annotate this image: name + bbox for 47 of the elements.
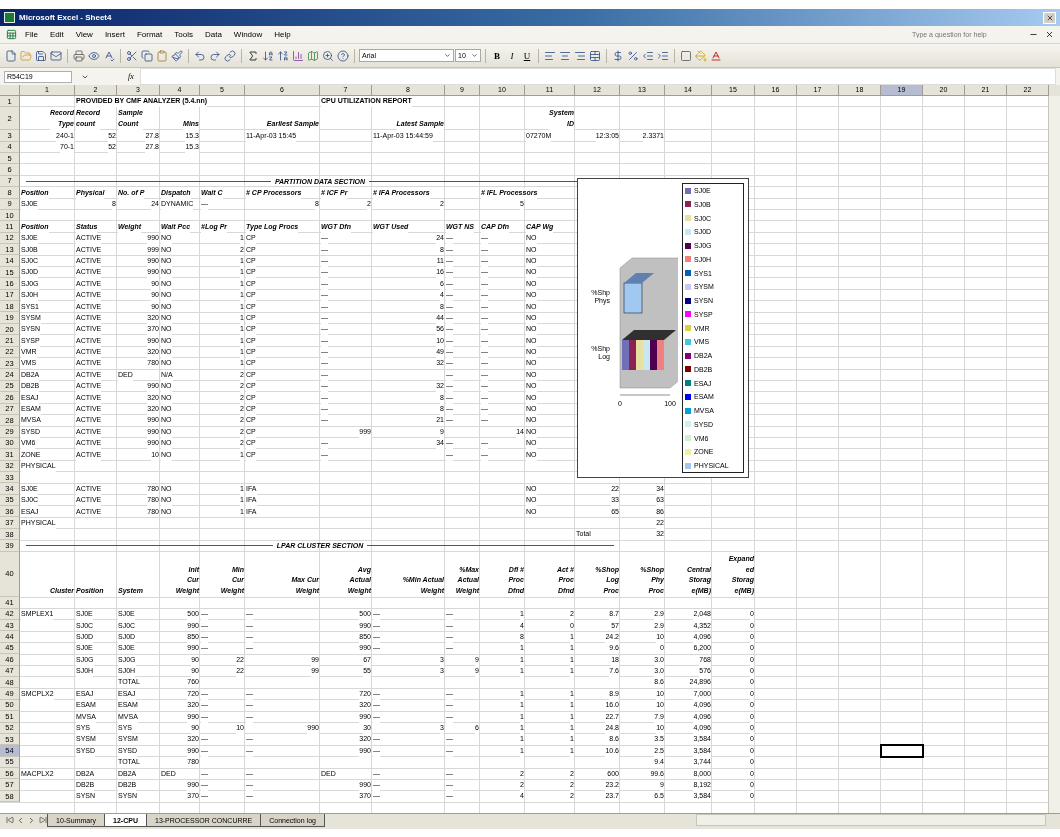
undo-icon[interactable] (193, 48, 207, 63)
dropdown-icon[interactable] (444, 52, 451, 59)
menu-item[interactable]: File (20, 29, 43, 40)
function-label[interactable]: fx (128, 72, 134, 81)
save-icon[interactable] (34, 48, 48, 63)
brush-icon[interactable] (170, 48, 184, 63)
link-icon[interactable] (223, 48, 237, 63)
sort-descending-icon[interactable] (276, 48, 290, 63)
sigma-icon[interactable] (246, 48, 260, 63)
style-button[interactable]: I (505, 48, 519, 63)
sort-ascending-icon[interactable] (261, 48, 275, 63)
currency-icon[interactable] (611, 48, 625, 63)
print-icon[interactable] (72, 48, 86, 63)
zoom-icon[interactable] (321, 48, 335, 63)
menu-item[interactable]: Tools (169, 29, 198, 40)
app-icon (4, 12, 15, 23)
active-cell[interactable] (880, 744, 924, 758)
fill-color-icon[interactable] (694, 48, 708, 63)
horizontal-scrollbar[interactable] (696, 814, 1046, 826)
menu-item[interactable]: Edit (44, 29, 69, 40)
style-button[interactable]: B (490, 48, 504, 63)
percent-icon[interactable] (626, 48, 640, 63)
mail-icon[interactable] (49, 48, 63, 63)
menu-item[interactable]: Window (228, 29, 268, 40)
redo-icon[interactable] (208, 48, 222, 63)
document-icon[interactable] (4, 27, 18, 42)
new-file-icon[interactable] (4, 48, 18, 63)
style-button[interactable]: U (520, 48, 534, 63)
borders-icon[interactable] (679, 48, 693, 63)
first-sheet-icon[interactable] (4, 814, 15, 826)
menu-item[interactable]: View (70, 29, 98, 40)
paste-icon[interactable] (155, 48, 169, 63)
chart-icon[interactable] (291, 48, 305, 63)
window-title: Microsoft Excel - Sheet4 (19, 13, 112, 22)
help-icon[interactable] (336, 48, 350, 63)
merge-cells-icon[interactable] (588, 48, 602, 63)
last-sheet-icon[interactable] (37, 814, 48, 826)
copy-icon[interactable] (140, 48, 154, 63)
vertical-scrollbar[interactable] (1048, 96, 1060, 813)
menu-item[interactable]: Help (269, 29, 296, 40)
close-icon[interactable] (1043, 11, 1056, 24)
menu-item[interactable]: Insert (99, 29, 130, 40)
cut-icon[interactable] (125, 48, 139, 63)
menu-item[interactable]: Format (131, 29, 168, 40)
dropdown-icon[interactable] (471, 52, 478, 59)
map-icon[interactable] (306, 48, 320, 63)
menu-item[interactable]: Data (199, 29, 227, 40)
